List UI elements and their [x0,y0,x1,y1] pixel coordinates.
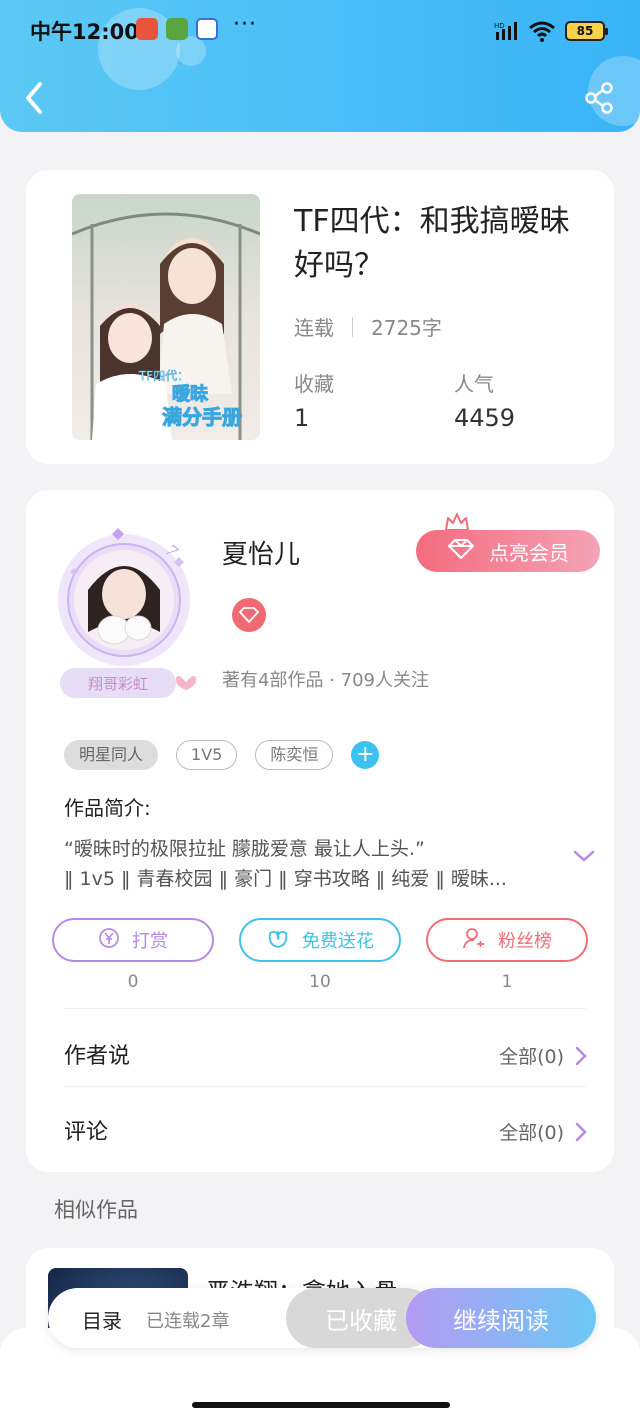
chevron-right-icon [575,1046,587,1065]
avatar-badge-text: 翔哥彩虹 [88,675,148,693]
book-word-count: 2725字 [371,316,442,340]
meta-divider [352,316,353,337]
flower-count: 10 [309,972,331,992]
tip-button[interactable]: 打赏 [52,918,214,962]
favorites-value: 1 [294,404,310,432]
intro-line: ‖ 1v5 ‖ 青春校园 ‖ 豪门 ‖ 穿书攻略 ‖ 纯爱 ‖ 暧昧... [64,868,507,890]
yen-coin-icon [98,927,120,954]
book-cover-art: TF四代： 暧昧 满分手册 [72,194,260,440]
tag-list: 明星同人 1V5 陈奕恒 + [64,740,380,770]
similar-works-heading: 相似作品 [54,1198,138,1222]
activate-vip-button[interactable]: 点亮会员 [416,530,600,572]
fan-ranking-count: 1 [501,972,513,992]
share-icon[interactable] [584,82,614,114]
author-notes-count: 全部(0) [499,1046,564,1068]
send-flower-button[interactable]: 免费送花 [239,918,401,962]
wifi-icon [529,21,555,42]
cover-text-top: TF四代： [138,369,189,383]
crown-icon [445,513,469,531]
intro-label: 作品简介: [64,796,151,820]
home-indicator [192,1402,450,1408]
signal-icon: HD [494,22,517,40]
add-tag-icon[interactable]: + [351,741,380,769]
comments-label[interactable]: 评论 [64,1114,108,1146]
top-bar: 中午12:00 ··· HD 85 [0,0,640,132]
book-cover[interactable]: TF四代： 暧昧 满分手册 [72,194,260,440]
chapter-count: 已连载2章 [146,1311,230,1332]
divider [64,1008,586,1009]
intro-text: “暧昧时的极限拉扯 朦胧爱意 最让人上头.” ‖ 1v5 ‖ 青春校园 ‖ 豪门… [64,834,554,894]
camera-app-icon [136,18,158,40]
intro-line: “暧昧时的极限拉扯 朦胧爱意 最让人上头.” [64,838,425,860]
comments-count: 全部(0) [499,1122,564,1144]
battery-indicator: 85 [565,21,608,41]
more-notifications-icon: ··· [233,12,257,37]
book-info-card: TF四代： 暧昧 满分手册 TF四代：和我搞暧昧好吗？ 连载 2725字 收藏 … [26,170,614,464]
flower-icon [266,927,290,954]
popularity-label: 人气 [454,372,494,396]
comments-all-link[interactable]: 全部(0) [499,1118,588,1145]
tip-label: 打赏 [132,931,168,952]
vip-level-badge-icon [232,598,266,632]
author-notes-all-link[interactable]: 全部(0) [499,1042,588,1069]
baidu-app-icon [196,18,218,40]
expand-chevron-icon[interactable] [572,848,596,864]
author-avatar[interactable]: 7 翔哥彩虹 [52,512,202,716]
signal-hd-label: HD [494,22,505,30]
back-arrow-icon[interactable] [22,80,46,116]
author-stats: 著有4部作品 · 709人关注 [222,670,429,691]
tag-item[interactable]: 1V5 [176,740,238,770]
avatar-frame: 7 翔哥彩虹 [58,528,196,698]
bottom-action-bar: 目录 已连载2章 已收藏 继续阅读 [48,1288,596,1348]
table-of-contents-button[interactable]: 目录 [82,1305,122,1334]
tag-item[interactable]: 陈奕恒 [255,740,334,770]
status-time: 中午12:00 [30,20,139,44]
status-bar: 中午12:00 ··· HD 85 [0,0,640,64]
tip-count: 0 [127,972,139,992]
popularity-value: 4459 [454,404,516,432]
divider [64,1086,586,1087]
author-notes-label[interactable]: 作者说 [64,1038,130,1070]
book-status: 连载 [294,316,334,340]
video-app-icon [166,18,188,40]
book-title: TF四代：和我搞暧昧好吗？ [294,204,570,283]
person-icon [462,926,486,955]
send-flower-label: 免费送花 [302,931,374,952]
diamond-icon [447,538,475,565]
cover-text-sub: 满分手册 [162,405,242,429]
fan-ranking-label: 粉丝榜 [498,931,552,952]
cover-text-main: 暧昧 [172,383,209,405]
chevron-right-icon [575,1122,587,1141]
author-name[interactable]: 夏怡儿 [222,534,300,571]
author-card: 7 翔哥彩虹 夏怡儿 点亮会员 著有4部作品 · 709人关注 明星同人 1V5… [26,490,614,1172]
book-meta: 连载 2725字 [294,312,442,341]
continue-reading-button[interactable]: 继续阅读 [406,1288,596,1348]
fan-ranking-button[interactable]: 粉丝榜 [426,918,588,962]
tag-item[interactable]: 明星同人 [64,740,159,770]
favorites-label: 收藏 [294,372,334,396]
vip-button-label: 点亮会员 [489,540,569,565]
